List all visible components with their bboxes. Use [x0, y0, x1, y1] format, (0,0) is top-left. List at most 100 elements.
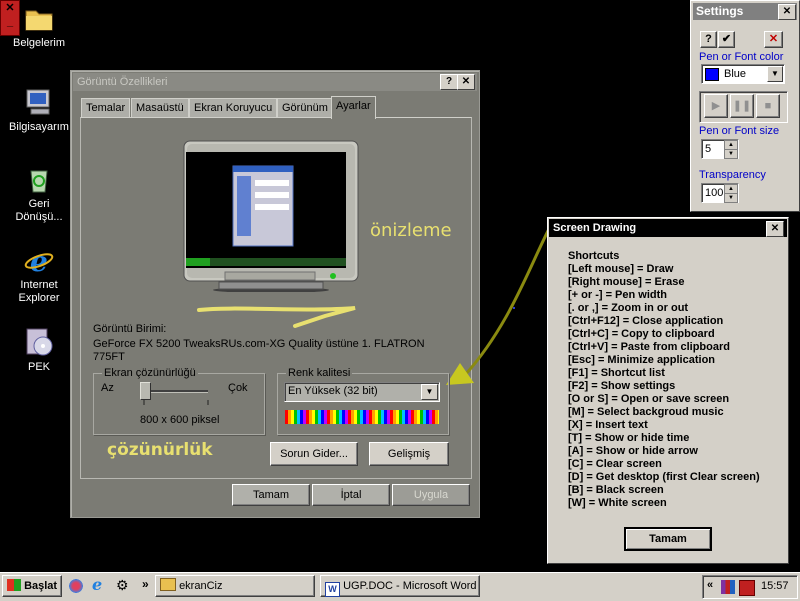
window-title: Settings	[696, 4, 744, 18]
recycle-bin-icon	[23, 163, 55, 195]
tray-expand-icon[interactable]: «	[707, 579, 713, 591]
system-tray: « 15:57	[702, 575, 798, 599]
shortcut-item: [Esc] = Minimize application	[568, 354, 716, 366]
window-titlebar[interactable]: Görüntü Özellikleri ? ✕	[73, 73, 477, 91]
pause-button[interactable]: ❚❚	[730, 94, 754, 118]
quicklaunch-more-icon[interactable]: »	[142, 577, 149, 591]
desktop-icon-internet-explorer[interactable]: e Internet Explorer	[4, 244, 74, 305]
tray-app-icon[interactable]	[739, 580, 755, 596]
color-swatch	[705, 68, 719, 81]
close-button[interactable]: ✕	[457, 74, 475, 90]
color-quality-group-label: Renk kalitesi	[286, 367, 353, 379]
advanced-button[interactable]: Gelişmiş	[369, 442, 449, 466]
window-titlebar[interactable]: Settings ✕	[693, 3, 797, 20]
tray-books-icon[interactable]	[721, 580, 735, 594]
desktop-icon-label: Bilgisayarım	[9, 121, 69, 133]
annotation-arrow	[446, 226, 552, 385]
shortcut-heading: Shortcuts	[568, 250, 620, 262]
display-unit-value: GeForce FX 5200 TweaksRUs.com-XG Quality…	[93, 338, 425, 363]
computer-icon	[23, 86, 55, 118]
help-button[interactable]: ?	[700, 31, 717, 48]
close-button[interactable]: ✕	[766, 221, 784, 237]
close-button[interactable]: ✕	[778, 4, 796, 20]
tab-screensaver[interactable]: Ekran Koruyucu	[189, 98, 278, 118]
close-settings-button[interactable]: ✕	[764, 31, 783, 48]
task-button-word[interactable]: W UGP.DOC - Microsoft Word	[320, 575, 480, 597]
resolution-high-label: Çok	[228, 382, 248, 394]
color-quality-select[interactable]: En Yüksek (32 bit) ▼	[284, 382, 440, 402]
shortcut-item: [F2] = Show settings	[568, 380, 676, 392]
drawing-ok-button[interactable]: Tamam	[624, 527, 712, 551]
shortcut-item: [W] = White screen	[568, 497, 667, 509]
play-button[interactable]: ▶	[704, 94, 728, 118]
stepper-down-icon[interactable]: ▼	[724, 149, 738, 159]
shortcut-item: [T] = Show or hide time	[568, 432, 690, 444]
shortcut-item: [B] = Black screen	[568, 484, 664, 496]
apply-check-button[interactable]: ✔	[718, 31, 735, 48]
desktop-icon-pek[interactable]: PEK	[4, 326, 74, 374]
troubleshoot-button[interactable]: Sorun Gider...	[270, 442, 358, 466]
cancel-button[interactable]: İptal	[312, 484, 390, 506]
transparency-stepper[interactable]: 100 ▲ ▼	[701, 183, 739, 203]
shortcut-item: [D] = Get desktop (first Clear screen)	[568, 471, 760, 483]
resolution-group-label: Ekran çözünürlüğü	[102, 367, 198, 379]
color-quality-value: En Yüksek (32 bit)	[288, 385, 378, 397]
settings-window: Settings ✕ ? ✔ ✕ Pen or Font color Blue …	[690, 0, 800, 212]
quicklaunch-paint-icon[interactable]	[68, 578, 84, 594]
transparency-label: Transparency	[699, 169, 766, 181]
display-unit-label: Görüntü Birimi:	[93, 323, 167, 335]
stop-button[interactable]: ■	[756, 94, 780, 118]
tab-appearance[interactable]: Görünüm	[277, 98, 333, 118]
cd-icon	[23, 326, 55, 358]
pen-color-label: Pen or Font color	[699, 51, 784, 63]
quicklaunch-tools-icon[interactable]: ⚙	[116, 577, 132, 593]
playback-controls: ▶ ❚❚ ■	[699, 91, 788, 123]
annotation-underline	[197, 306, 356, 328]
window-titlebar[interactable]: Screen Drawing ✕	[549, 219, 787, 237]
desktop-icon-label: Belgelerim	[13, 37, 65, 49]
dropdown-arrow-icon[interactable]: ▼	[421, 384, 438, 400]
shortcut-item: [C] = Clear screen	[568, 458, 662, 470]
ok-button[interactable]: Tamam	[232, 484, 310, 506]
shortcut-item: [Left mouse] = Draw	[568, 263, 674, 275]
shortcut-item: [Ctrl+F12] = Close application	[568, 315, 724, 327]
tab-themes[interactable]: Temalar	[81, 98, 131, 118]
help-button[interactable]: ?	[440, 74, 458, 90]
shortcut-item: [M] = Select backgroud music	[568, 406, 724, 418]
desktop-icon-computer[interactable]: Bilgisayarım	[4, 86, 74, 134]
pen-size-value: 5	[705, 143, 712, 155]
cursor-dot	[513, 307, 515, 309]
shortcut-item: [F1] = Shortcut list	[568, 367, 665, 379]
color-spectrum-bar	[285, 410, 439, 424]
tab-settings[interactable]: Ayarlar	[331, 96, 376, 119]
folder-icon	[23, 2, 55, 34]
shortcut-item: [O or S] = Open or save screen	[568, 393, 730, 405]
annotation-resolution: çözünürlük	[107, 440, 213, 460]
desktop-icon-documents[interactable]: Belgelerim	[4, 2, 74, 50]
shortcut-item: [. or ,] = Zoom in or out	[568, 302, 689, 314]
resolution-slider-thumb[interactable]	[140, 382, 151, 400]
transparency-value: 100	[705, 187, 724, 199]
desktop-icon-label: PEK	[27, 361, 50, 373]
apply-button[interactable]: Uygula	[392, 484, 470, 506]
desktop-icon-recycle-bin[interactable]: Geri Dönüşü...	[4, 163, 74, 224]
start-button[interactable]: Başlat	[2, 575, 62, 597]
task-button-ekranciz[interactable]: ekranCiz	[155, 575, 315, 597]
stepper-down-icon[interactable]: ▼	[724, 193, 738, 203]
monitor-preview	[183, 140, 359, 293]
word-icon: W	[325, 582, 340, 597]
shortcut-item: [Right mouse] = Erase	[568, 276, 685, 288]
shortcut-item: [X] = Insert text	[568, 419, 648, 431]
task-label: UGP.DOC - Microsoft Word	[343, 580, 477, 592]
shortcut-item: [Ctrl+C] = Copy to clipboard	[568, 328, 715, 340]
pen-size-stepper[interactable]: 5 ▲ ▼	[701, 139, 739, 159]
pen-size-label: Pen or Font size	[699, 125, 780, 137]
dropdown-arrow-icon[interactable]: ▼	[767, 66, 783, 82]
resolution-low-label: Az	[101, 382, 114, 394]
resolution-slider-ticks	[143, 400, 209, 405]
pen-color-select[interactable]: Blue ▼	[701, 64, 785, 84]
tab-desktop[interactable]: Masaüstü	[131, 98, 189, 118]
desktop-icon-label: Geri Dönüşü...	[15, 198, 63, 223]
quicklaunch-ie-icon[interactable]: e	[92, 577, 108, 593]
windows-logo-icon	[7, 579, 21, 591]
